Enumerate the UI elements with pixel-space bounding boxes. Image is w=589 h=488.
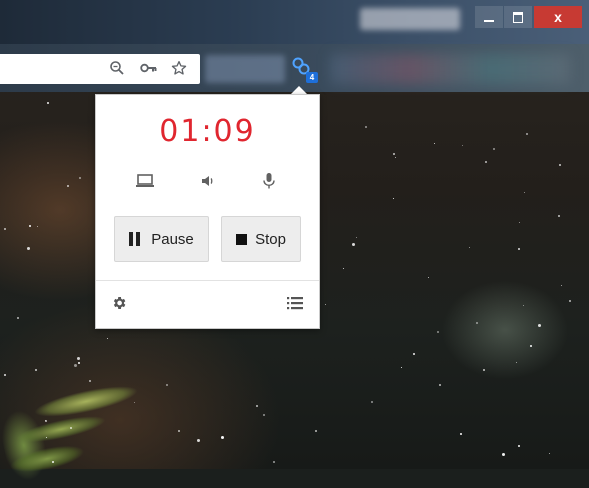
snowflake (569, 300, 571, 302)
key-icon[interactable] (140, 60, 158, 78)
snowflake (558, 215, 560, 217)
snowflake (483, 369, 485, 371)
snowflake (46, 437, 47, 438)
snowflake (518, 248, 520, 250)
snowflake (263, 414, 265, 416)
stop-icon (236, 233, 248, 245)
microphone-icon[interactable] (257, 171, 281, 191)
window-minimize-button[interactable] (475, 6, 503, 28)
recordings-list-icon[interactable] (284, 292, 306, 314)
snowflake (462, 145, 463, 146)
snowflake (516, 362, 517, 363)
snowflake (89, 380, 91, 382)
snowflake (343, 268, 344, 269)
snowflake (476, 322, 478, 324)
extensions-area (205, 55, 285, 83)
snowflake (107, 338, 108, 339)
snowflake (352, 243, 355, 246)
snowflake (365, 126, 367, 128)
system-audio-icon[interactable] (196, 171, 220, 191)
snowflake (315, 430, 317, 432)
snowflake (413, 353, 415, 355)
snowflake (74, 364, 77, 367)
pause-button[interactable]: Pause (114, 216, 209, 262)
window-restore-button[interactable] (504, 6, 532, 28)
settings-icon[interactable] (108, 292, 130, 314)
snowflake (197, 439, 200, 442)
snowflake (559, 164, 561, 166)
snowflake (4, 228, 6, 230)
snowflake (166, 384, 168, 386)
snowflake (395, 157, 396, 158)
snowflake (47, 102, 49, 104)
snowflake (428, 277, 429, 278)
star-icon[interactable] (170, 60, 188, 78)
recorder-popup: 01:09 Pause Stop (95, 94, 320, 329)
snowflake (371, 401, 373, 403)
snowflake (549, 453, 550, 454)
snowflake (393, 153, 395, 155)
snowflake (439, 384, 441, 386)
snowflake (530, 345, 532, 347)
snowflake (523, 305, 524, 306)
snowflake (538, 324, 541, 327)
snowflake (356, 237, 357, 238)
snowflake (256, 405, 258, 407)
snowflake (469, 247, 470, 248)
snowflake (78, 362, 80, 364)
snowflake (45, 420, 46, 421)
snowflake (519, 222, 520, 223)
screen-icon[interactable] (133, 171, 157, 191)
snowflake (27, 247, 30, 250)
snowflake (526, 133, 528, 135)
snowflake (561, 285, 562, 286)
extensions-area-right (330, 54, 570, 84)
pause-icon (129, 232, 143, 246)
close-icon: x (554, 9, 562, 25)
stop-button-label: Stop (255, 230, 286, 248)
snowflake (393, 198, 394, 199)
snowflake (493, 148, 495, 150)
snowflake (401, 367, 402, 368)
stop-button[interactable]: Stop (221, 216, 301, 262)
restore-icon (513, 11, 523, 23)
snowflake (29, 225, 31, 227)
browser-tab[interactable] (360, 8, 460, 30)
snowflake (273, 461, 275, 463)
pause-button-label: Pause (151, 230, 194, 248)
snowflake (52, 461, 54, 463)
snowflake (437, 331, 439, 333)
snowflake (70, 427, 72, 429)
zoom-icon[interactable] (108, 60, 126, 78)
snowflake (221, 436, 224, 439)
snowflake (325, 304, 326, 305)
snowflake (67, 185, 69, 187)
minimize-icon (484, 20, 494, 22)
snowflake (460, 433, 462, 435)
snowflake (502, 453, 505, 456)
extension-badge: 4 (306, 72, 318, 83)
snowflake (485, 161, 487, 163)
snowflake (77, 357, 80, 360)
snowflake (518, 445, 520, 447)
snowflake (524, 192, 525, 193)
snowflake (37, 226, 38, 227)
window-close-button[interactable]: x (534, 6, 582, 28)
recording-timer: 01:09 (159, 114, 256, 149)
snowflake (434, 143, 435, 144)
snowflake (178, 430, 180, 432)
snowflake (134, 402, 135, 403)
snowflake (17, 317, 19, 319)
snowflake (35, 369, 37, 371)
snowflake (79, 177, 81, 179)
popup-divider (96, 280, 319, 281)
snowflake (4, 374, 6, 376)
